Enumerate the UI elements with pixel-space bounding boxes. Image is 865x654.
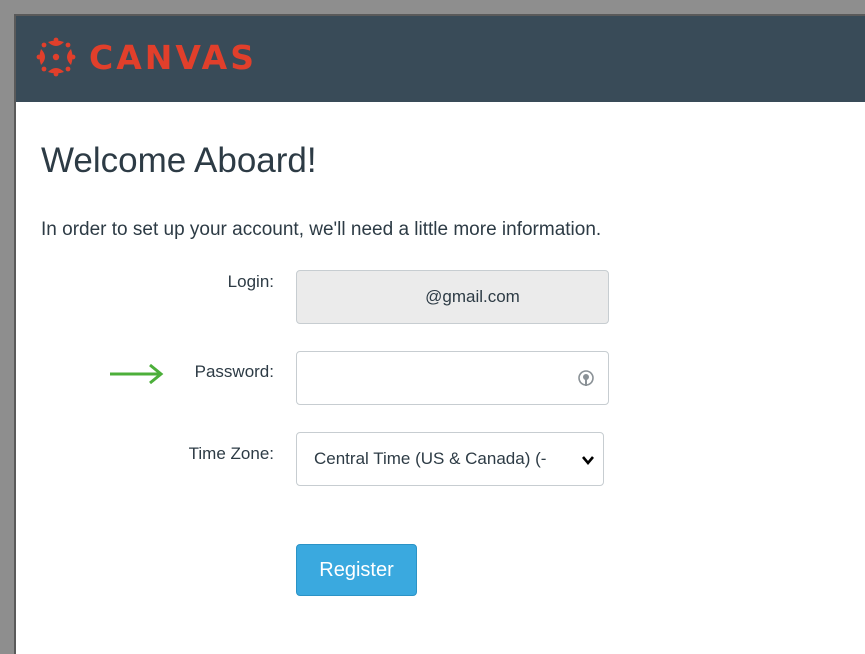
intro-text: In order to set up your account, we'll n… [41,219,602,240]
login-field: @gmail.com [296,270,609,324]
page-title: Welcome Aboard! [41,141,317,180]
password-label: Password: [194,362,274,381]
brand-name: CANVAS [89,37,257,77]
password-field[interactable] [296,351,609,405]
header-bar: CANVAS [16,16,865,102]
timezone-select[interactable]: Central Time (US & Canada) (- [296,432,604,486]
timezone-selected: Central Time (US & Canada) (- [314,449,547,468]
login-label: Login: [227,272,274,291]
green-arrow-icon [110,363,164,385]
chevron-down-icon [582,456,594,466]
browser-frame: CANVAS Welcome Aboard! In order to set u… [14,14,865,654]
password-manager-key-icon[interactable] [576,369,596,389]
canvas-logo[interactable]: CANVAS [35,36,257,78]
register-button[interactable]: Register [296,544,417,596]
password-input[interactable] [297,352,581,404]
timezone-label: Time Zone: [188,444,274,463]
login-value: @gmail.com [425,287,520,306]
canvas-logo-icon [36,37,76,77]
